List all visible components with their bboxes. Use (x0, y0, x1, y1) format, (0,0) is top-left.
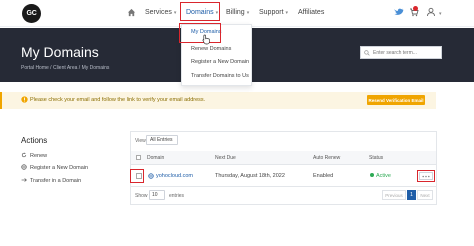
column-header-domain[interactable]: Domain (147, 155, 164, 161)
menu-item-transfer-domains[interactable]: Transfer Domains to Us (182, 73, 253, 80)
search-input[interactable] (373, 47, 441, 58)
page-title: My Domains (21, 44, 99, 60)
show-label: Show (135, 193, 148, 199)
status-badge: Active (370, 173, 391, 179)
pagination-next[interactable]: Next (417, 190, 433, 200)
hand-cursor-icon (202, 34, 210, 45)
status-dot-icon (370, 173, 374, 177)
globe-icon (21, 164, 27, 170)
cart-badge (413, 6, 418, 11)
select-all-checkbox[interactable] (136, 155, 141, 160)
nav-support[interactable]: Support ▾ (259, 8, 288, 18)
table-header-row (131, 151, 436, 165)
nav-services[interactable]: Services ▾ (145, 8, 176, 18)
page-size-select[interactable]: 10 (149, 190, 165, 200)
refresh-icon (21, 152, 27, 158)
highlight-box (179, 23, 221, 43)
auto-renew-value: Enabled (313, 173, 334, 179)
action-register-domain[interactable]: Register a New Domain (21, 164, 88, 171)
column-header-auto-renew[interactable]: Auto Renew (313, 155, 340, 161)
alert-message: Please check your email and follow the l… (30, 97, 206, 103)
search-box[interactable] (360, 46, 442, 59)
user-icon[interactable] (426, 7, 436, 17)
action-transfer-domain[interactable]: Transfer in a Domain (21, 177, 81, 184)
menu-item-register-domain[interactable]: Register a New Domain (182, 59, 253, 66)
menu-item-renew-domains[interactable]: Renew Domains (182, 46, 253, 53)
actions-heading: Actions (21, 136, 48, 145)
resend-verification-button[interactable]: Resend Verification Email (367, 95, 425, 105)
nav-billing[interactable]: Billing ▾ (226, 8, 249, 18)
view-label: View (135, 138, 146, 144)
column-header-next-due[interactable]: Next Due (215, 155, 236, 161)
highlight-box (180, 2, 220, 21)
twitter-icon[interactable] (394, 7, 404, 17)
action-renew[interactable]: Renew (21, 152, 47, 159)
row-divider (131, 186, 436, 187)
highlight-box (417, 170, 435, 182)
view-filter-select[interactable]: All Entries (146, 135, 178, 145)
home-icon[interactable] (127, 8, 136, 17)
user-caret-icon[interactable]: ▾ (437, 9, 442, 19)
entries-label: entries (169, 193, 185, 199)
warning-icon (21, 96, 28, 103)
domain-name-link[interactable]: yohocloud.com (156, 173, 193, 179)
brand-logo[interactable]: GC (22, 4, 41, 23)
globe-icon (148, 173, 154, 179)
highlight-box (130, 169, 144, 183)
column-header-status[interactable]: Status (369, 155, 383, 161)
pagination-previous[interactable]: Previous (382, 190, 406, 200)
nav-affiliates[interactable]: Affiliates (298, 8, 324, 18)
pagination-page-1[interactable]: 1 (407, 190, 416, 200)
next-due-date: Thursday, August 18th, 2022 (215, 173, 285, 179)
transfer-arrow-icon (21, 178, 27, 182)
search-icon (364, 50, 370, 56)
breadcrumb[interactable]: Portal Home / Client Area / My Domains (21, 65, 109, 71)
